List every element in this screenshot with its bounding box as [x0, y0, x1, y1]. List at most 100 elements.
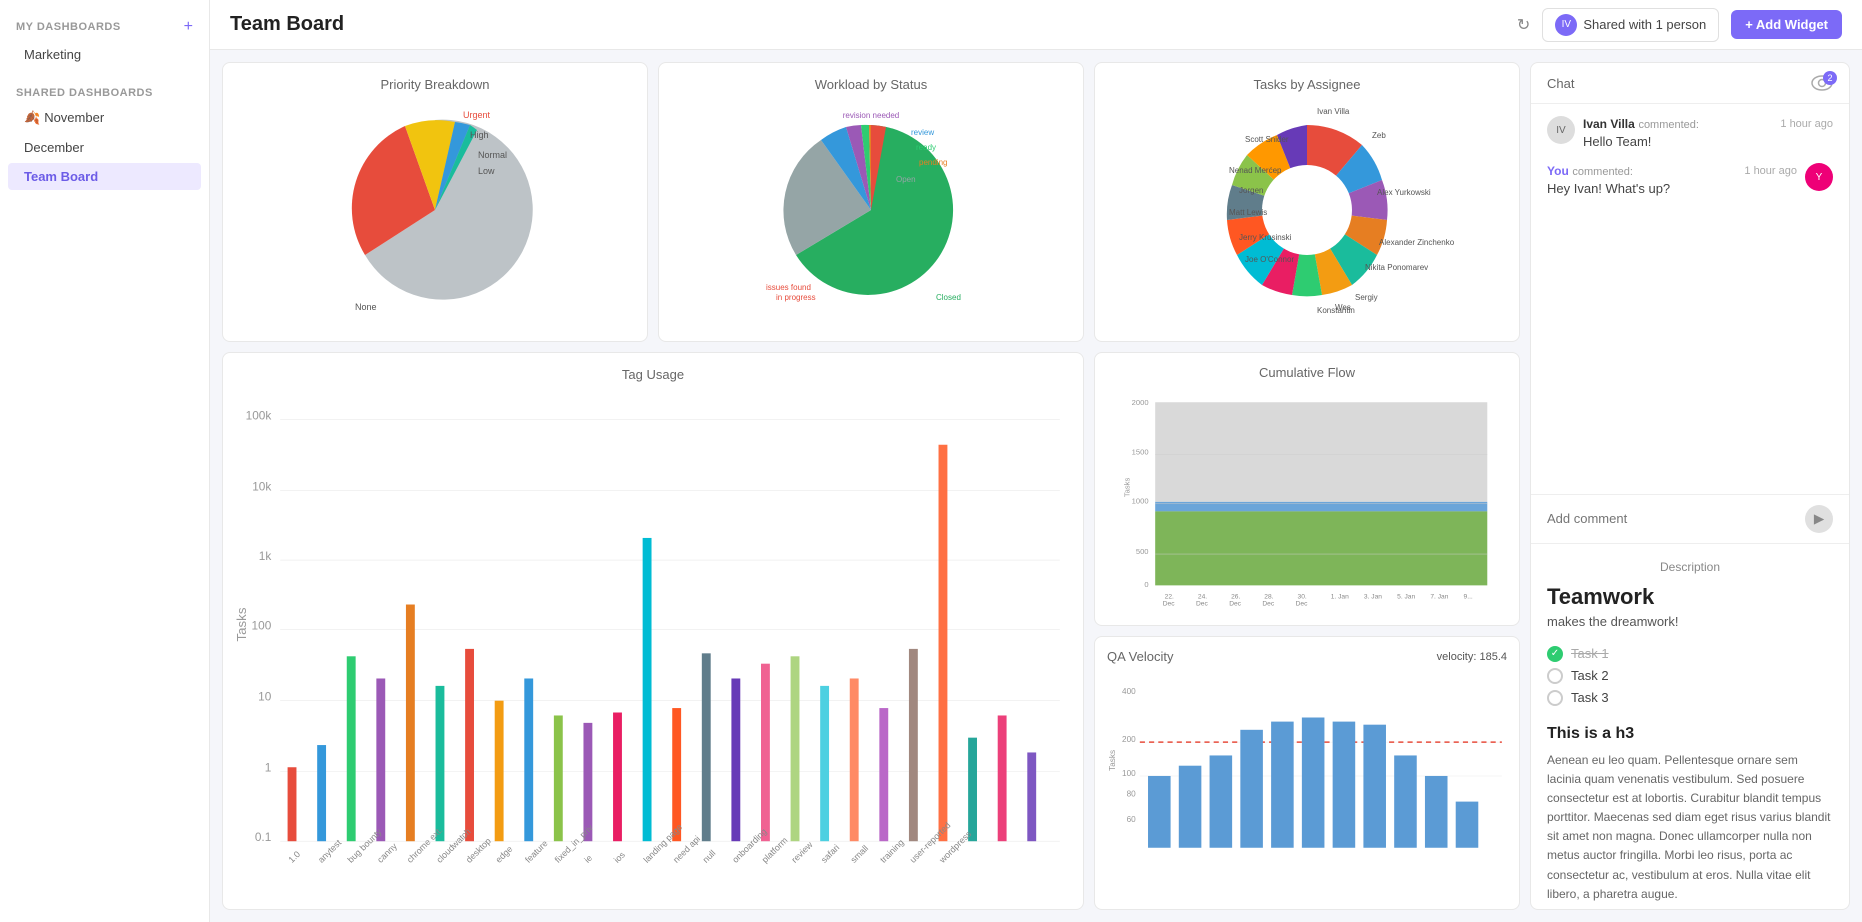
- task-1: ✓ Task 1: [1547, 643, 1833, 665]
- svg-text:null: null: [701, 848, 718, 865]
- svg-text:Nenad Merćep: Nenad Merćep: [1229, 166, 1282, 175]
- priority-chart: Urgent High Normal Low None: [237, 100, 633, 320]
- msg1-time: 1 hour ago: [1780, 118, 1833, 130]
- svg-text:pending: pending: [919, 158, 947, 167]
- svg-text:Zeb: Zeb: [1372, 131, 1386, 140]
- shared-button[interactable]: IV Shared with 1 person: [1542, 8, 1719, 42]
- svg-text:1500: 1500: [1132, 447, 1149, 456]
- svg-text:1000: 1000: [1132, 497, 1149, 506]
- shared-avatar: IV: [1555, 14, 1577, 36]
- description-section: Description Teamwork makes the dreamwork…: [1531, 543, 1849, 910]
- task1-label: Task 1: [1571, 646, 1609, 661]
- msg1-text: Hello Team!: [1583, 134, 1833, 149]
- qa-title: QA Velocity: [1107, 649, 1173, 664]
- chat-eye-icon: 2: [1811, 75, 1833, 91]
- svg-text:Dec: Dec: [1196, 600, 1208, 606]
- task-3: Task 3: [1547, 687, 1833, 709]
- sidebar-item-december[interactable]: December: [8, 134, 201, 161]
- svg-text:Sergiy: Sergiy: [1355, 293, 1378, 302]
- you-avatar: Y: [1805, 163, 1833, 191]
- sidebar-item-team-board[interactable]: Team Board: [8, 163, 201, 190]
- svg-text:review: review: [789, 839, 815, 865]
- svg-text:None: None: [355, 302, 377, 312]
- svg-text:Low: Low: [478, 166, 495, 176]
- msg2-text: Hey Ivan! What's up?: [1547, 181, 1797, 196]
- task3-label: Task 3: [1571, 690, 1609, 705]
- svg-text:2000: 2000: [1132, 398, 1149, 407]
- svg-text:safari: safari: [819, 842, 841, 864]
- task1-check: ✓: [1547, 646, 1563, 662]
- msg2-action: commented:: [1572, 166, 1633, 178]
- svg-text:1.0: 1.0: [286, 849, 302, 865]
- page-title: Team Board: [230, 13, 344, 36]
- refresh-button[interactable]: ↻: [1517, 15, 1530, 35]
- svg-text:Normal: Normal: [478, 150, 507, 160]
- chat-message-2: You commented: 1 hour ago Hey Ivan! What…: [1547, 163, 1833, 196]
- page-header: Team Board ↻ IV Shared with 1 person + A…: [210, 0, 1862, 50]
- svg-text:Konstantin: Konstantin: [1317, 306, 1355, 315]
- add-widget-button[interactable]: + Add Widget: [1731, 10, 1842, 39]
- qa-velocity-widget: QA Velocity velocity: 185.4 400 200 100 …: [1094, 636, 1520, 910]
- svg-text:Jorgen: Jorgen: [1239, 186, 1263, 195]
- header-actions: ↻ IV Shared with 1 person + Add Widget: [1517, 8, 1842, 42]
- description-subtitle: makes the dreamwork!: [1547, 614, 1833, 629]
- svg-text:400: 400: [1122, 687, 1136, 696]
- msg1-author: Ivan Villa: [1583, 117, 1635, 131]
- chat-messages: IV Ivan Villa commented: 1 hour ago Hell…: [1531, 104, 1849, 494]
- task2-check: [1547, 668, 1563, 684]
- svg-text:Open: Open: [896, 175, 916, 184]
- svg-text:small: small: [849, 843, 871, 865]
- chat-input[interactable]: [1547, 511, 1797, 526]
- task3-check: [1547, 690, 1563, 706]
- svg-text:Joe O'Connor: Joe O'Connor: [1245, 255, 1294, 264]
- description-header: Description: [1547, 560, 1833, 574]
- svg-text:0: 0: [1144, 580, 1148, 589]
- col3-stack: Cumulative Flow 2000 1500 1000 500 0 Tas…: [1094, 352, 1520, 910]
- svg-text:edge: edge: [493, 844, 514, 865]
- svg-text:High: High: [470, 130, 489, 140]
- priority-breakdown-widget: Priority Breakdown Urgent High No: [222, 62, 648, 342]
- svg-text:1. Jan: 1. Jan: [1331, 594, 1349, 601]
- msg2-author: You: [1547, 164, 1569, 178]
- chat-panel: Chat 2 IV Ivan Villa commented: 1 hour a…: [1530, 62, 1850, 910]
- tag-chart: 100k 10k 1k 100 10 1 0.1 Tasks: [237, 390, 1069, 893]
- svg-text:1: 1: [265, 761, 272, 775]
- assignee-chart: Ivan Villa Zeb Joe O'Connor Alex Yurkows…: [1109, 100, 1505, 320]
- shared-dashboards-section: SHARED DASHBOARDS: [0, 79, 209, 103]
- msg1-meta: Ivan Villa commented: 1 hour ago: [1583, 116, 1833, 131]
- svg-text:Jerry Krusinski: Jerry Krusinski: [1239, 233, 1292, 242]
- svg-text:0.1: 0.1: [255, 830, 271, 844]
- cumflow-widget: Cumulative Flow 2000 1500 1000 500 0 Tas…: [1094, 352, 1520, 626]
- sidebar-item-november[interactable]: 🍂November: [8, 104, 201, 132]
- description-body: Aenean eu leo quam. Pellentesque ornare …: [1547, 751, 1833, 910]
- sidebar-item-marketing[interactable]: Marketing: [8, 41, 201, 68]
- description-title: Teamwork: [1547, 584, 1833, 610]
- svg-text:80: 80: [1127, 789, 1137, 798]
- workload-widget: Workload by Status: [658, 62, 1084, 342]
- velocity-value: velocity: 185.4: [1437, 651, 1507, 663]
- svg-text:60: 60: [1127, 815, 1137, 824]
- assignee-title: Tasks by Assignee: [1109, 77, 1505, 92]
- workload-chart: revision needed review ready pending Ope…: [673, 100, 1069, 320]
- svg-text:100: 100: [1122, 769, 1136, 778]
- svg-text:Scott Snider: Scott Snider: [1245, 135, 1289, 144]
- my-dashboards-section: MY DASHBOARDS +: [0, 10, 209, 40]
- svg-text:Dec: Dec: [1229, 600, 1241, 606]
- svg-text:ie: ie: [582, 853, 594, 865]
- chat-send-button[interactable]: ▶: [1805, 505, 1833, 533]
- svg-text:100k: 100k: [246, 409, 272, 423]
- svg-text:Nikita Ponomarev: Nikita Ponomarev: [1365, 263, 1428, 272]
- svg-text:3. Jan: 3. Jan: [1364, 594, 1382, 601]
- add-dashboard-button[interactable]: +: [184, 18, 193, 36]
- shared-label: Shared with 1 person: [1583, 17, 1706, 32]
- svg-text:Tasks: Tasks: [1108, 750, 1117, 771]
- svg-text:1k: 1k: [259, 549, 272, 563]
- november-emoji: 🍂: [24, 110, 40, 125]
- svg-text:5. Jan: 5. Jan: [1397, 594, 1415, 601]
- description-h3: This is a h3: [1547, 725, 1833, 743]
- svg-text:200: 200: [1122, 735, 1136, 744]
- svg-text:feature: feature: [523, 838, 550, 865]
- svg-text:review: review: [911, 128, 934, 137]
- svg-text:Tasks: Tasks: [1123, 478, 1132, 498]
- svg-text:in progress: in progress: [776, 293, 816, 302]
